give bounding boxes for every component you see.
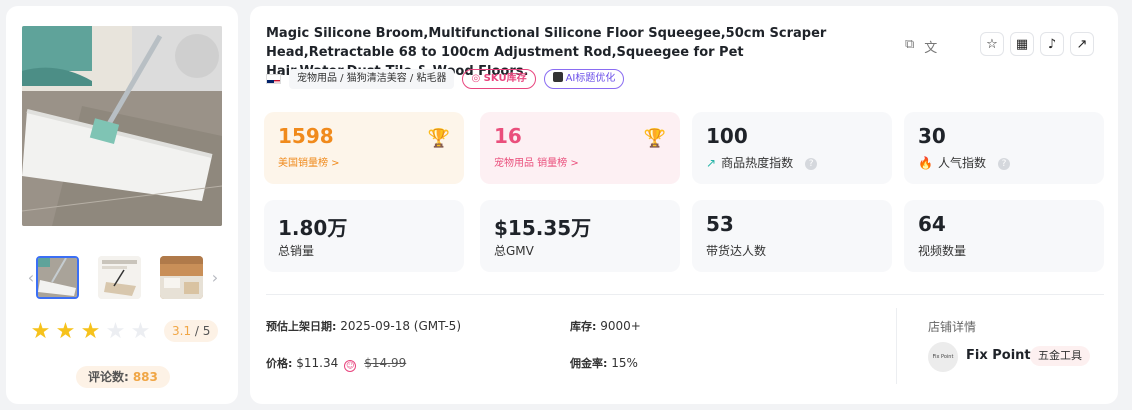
favorite-button[interactable]: ☆ (980, 32, 1004, 56)
product-main-image[interactable] (22, 26, 222, 226)
launch-date-value: 2025-09-18 (GMT-5) (340, 319, 461, 333)
section-divider (266, 294, 1104, 295)
popularity-index-label: 人气指数 (937, 156, 986, 170)
external-link-button[interactable]: ↗ (1070, 32, 1094, 56)
total-gmv-card: $15.35万 总GMV (480, 200, 680, 272)
rating-stars: ★ ★ ★ ★ ★ (28, 318, 153, 344)
stock: 库存: 9000+ (570, 318, 641, 334)
thumbnail-3[interactable] (160, 256, 203, 299)
star-icon: ★ (130, 318, 151, 344)
rating-separator: / (191, 324, 203, 338)
thumbnail-2[interactable] (98, 256, 141, 299)
fire-icon: 🔥 (918, 156, 933, 170)
commission-label: 佣金率: (570, 357, 608, 370)
sku-stock-label: SKU库存 (483, 73, 527, 84)
rating-value: 3.1 / 5 (164, 320, 219, 342)
store-category-tag: 五金工具 (1030, 346, 1090, 366)
price: 价格: $11.34 ☺ $14.99 (266, 355, 406, 372)
star-icon: ★ (105, 318, 126, 344)
category-sales-rank-link[interactable]: 宠物用品 销量榜 > (494, 154, 579, 169)
store-name[interactable]: Fix Point (966, 348, 1031, 363)
total-gmv-value: $15.35万 (494, 216, 592, 240)
category-sales-rank-card: 16 宠物用品 销量榜 > 🏆 (480, 112, 680, 184)
videos-label: 视频数量 (918, 244, 967, 258)
popularity-index-value: 30 (918, 124, 946, 148)
category-breadcrumb[interactable]: 宠物用品 / 猫狗清洁美容 / 粘毛器 (289, 69, 455, 89)
us-sales-rank-card: 1598 美国销量榜 > 🏆 (264, 112, 464, 184)
help-icon[interactable]: ? (805, 158, 818, 170)
coupon-icon: ☺ (344, 360, 357, 372)
title-tools: ⧉ 文 (905, 37, 937, 56)
product-tags: 宠物用品 / 猫狗清洁美容 / 粘毛器 ◎ SKU库存 AI标题优化 (266, 68, 625, 90)
translate-icon[interactable]: 文 (924, 37, 937, 56)
category-sales-rank-value: 16 (494, 124, 522, 148)
trophy-icon: 🏆 (427, 128, 450, 149)
total-sales-label: 总销量 (278, 244, 315, 258)
original-price: $14.99 (364, 356, 407, 370)
commission-value: 15% (611, 356, 638, 370)
heat-index-card: 100 ↗ 商品热度指数? (692, 112, 892, 184)
tiktok-icon: ♪ (1047, 36, 1057, 52)
qrcode-icon: ▦ (1015, 36, 1029, 52)
ai-title-optimize-button[interactable]: AI标题优化 (543, 69, 625, 89)
popularity-index-card: 30 🔥 人气指数? (904, 112, 1104, 184)
launch-date: 预估上架日期: 2025-09-18 (GMT-5) (266, 318, 461, 334)
store-logo[interactable]: Fix Point (928, 342, 958, 372)
us-flag-icon (266, 74, 281, 84)
rating-score: 3.1 (172, 324, 192, 338)
review-count-badge: 评论数: 883 (76, 366, 170, 388)
popularity-index-label-row: 🔥 人气指数? (918, 154, 1010, 171)
thumbnail-strip: › (22, 256, 222, 300)
launch-date-label: 预估上架日期: (266, 320, 337, 333)
videos-value: 64 (918, 212, 946, 236)
store-divider (896, 308, 897, 384)
tag-icon: ◎ (471, 73, 484, 84)
star-outline-icon: ☆ (986, 36, 998, 52)
action-buttons: ☆ ▦ ♪ ↗ (980, 32, 1094, 56)
product-detail-card: Magic Silicone Broom,Multifunctional Sil… (250, 6, 1118, 404)
commission: 佣金率: 15% (570, 355, 638, 371)
price-label: 价格: (266, 357, 293, 370)
trophy-icon: 🏆 (643, 128, 666, 149)
thumb-next-arrow[interactable]: › (208, 268, 222, 287)
help-icon[interactable]: ? (997, 158, 1010, 170)
stock-value: 9000+ (600, 319, 641, 333)
store-details-title: 店铺详情 (928, 320, 977, 334)
us-sales-rank-value: 1598 (278, 124, 334, 148)
influencers-value: 53 (706, 212, 734, 236)
qrcode-button[interactable]: ▦ (1010, 32, 1034, 56)
sku-stock-button[interactable]: ◎ SKU库存 (462, 69, 536, 89)
rating-max: 5 (202, 324, 211, 338)
tiktok-button[interactable]: ♪ (1040, 32, 1064, 56)
heat-index-label: 商品热度指数 (721, 156, 794, 170)
star-icon: ★ (80, 318, 101, 344)
videos-card: 64 视频数量 (904, 200, 1104, 272)
ai-icon (552, 72, 563, 82)
stock-label: 库存: (570, 320, 597, 333)
trend-icon: ↗ (706, 156, 717, 170)
total-sales-card: 1.80万 总销量 (264, 200, 464, 272)
copy-icon[interactable]: ⧉ (905, 37, 914, 56)
product-gallery-card: ‹ › ★ ★ ★ ★ ★ 3.1 / 5 评论数: 883 (6, 6, 238, 404)
price-value: $11.34 (296, 356, 339, 370)
review-count-value: 883 (132, 370, 158, 384)
ai-title-label: AI标题优化 (565, 73, 616, 84)
us-sales-rank-link[interactable]: 美国销量榜 > (278, 154, 340, 169)
heat-index-label-row: ↗ 商品热度指数? (706, 154, 818, 171)
star-icon: ★ (55, 318, 76, 344)
heat-index-value: 100 (706, 124, 748, 148)
thumbnail-1[interactable] (36, 256, 79, 299)
influencers-label: 带货达人数 (706, 244, 767, 258)
star-icon: ★ (30, 318, 51, 344)
total-sales-value: 1.80万 (278, 216, 348, 240)
review-count-label: 评论数: (88, 370, 129, 384)
total-gmv-label: 总GMV (494, 244, 534, 258)
influencers-card: 53 带货达人数 (692, 200, 892, 272)
external-link-icon: ↗ (1076, 36, 1088, 52)
